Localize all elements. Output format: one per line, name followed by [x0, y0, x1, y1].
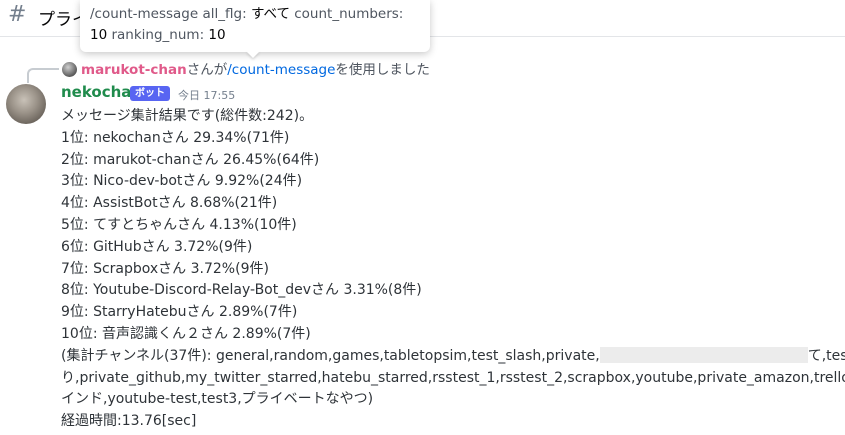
author-avatar[interactable] [6, 84, 46, 124]
channels-after-redact: て,test, [807, 347, 845, 364]
redacted-block [599, 346, 808, 363]
ranking-line: 10位: 音声認識くん２さん 2.89%(7件) [61, 325, 311, 342]
ranking-line: 4位: AssistBotさん 8.68%(21件) [61, 195, 278, 212]
channels-line: インド,youtube-test,test3,プライベートなやつ) [61, 391, 374, 408]
tooltip-option-key: ranking_num: [111, 27, 205, 43]
ranking-line: 7位: Scrapboxさん 3.72%(9件) [61, 260, 269, 277]
message-content: メッセージ集計結果です(総件数:242)。 1位: nekochanさん 29.… [61, 106, 845, 433]
ranking-line: 3位: Nico-dev-botさん 9.92%(24件) [61, 173, 303, 190]
tooltip-option-value: 10 [90, 27, 108, 43]
reply-text: さんが [186, 62, 228, 78]
channels-prefix: (集計チャンネル(37件): general,random,games,tabl… [61, 347, 600, 364]
ranking-line: 8位: Youtube-Discord-Relay-Bot_devさん 3.31… [61, 282, 422, 299]
message-timestamp[interactable]: 今日 17:55 [178, 87, 235, 103]
tooltip-option-key: count_numbers: [294, 6, 404, 22]
elapsed-time: 経過時間:13.76[sec] [61, 413, 197, 430]
command-reply-context[interactable]: marukot-chanさんが/count-messageを使用しました [62, 61, 430, 79]
channels-line: り,private_github,my_twitter_starred,hate… [61, 369, 845, 386]
ranking-line: 5位: てすとちゃんさん 4.13%(10件) [61, 216, 297, 233]
tooltip-option-value: 10 [208, 27, 226, 43]
reply-suffix: を使用しました [335, 62, 430, 78]
reply-user-avatar[interactable] [62, 62, 77, 77]
channels-line: (集計チャンネル(37件): general,random,games,tabl… [61, 346, 845, 368]
tooltip-command: /count-message [90, 6, 199, 22]
ranking-line: 1位: nekochanさん 29.34%(71件) [61, 129, 290, 146]
ranking-line: 2位: marukot-chanさん 26.45%(64件) [61, 151, 320, 168]
reply-command-link[interactable]: /count-message [227, 62, 335, 78]
tooltip-option-value: すべて [250, 6, 290, 22]
ranking-line: 6位: GitHubさん 3.72%(9件) [61, 238, 253, 255]
reply-spine [27, 68, 59, 83]
bot-tag: ボット [130, 86, 170, 101]
tooltip-arrow [246, 51, 260, 58]
ranking-line: 9位: StarryHatebuさん 2.89%(7件) [61, 304, 298, 321]
command-options-tooltip: /count-message all_flg: すべて count_number… [80, 0, 430, 52]
reply-username[interactable]: marukot-chan [81, 62, 187, 78]
channel-hash-icon: # [8, 2, 27, 27]
summary-line: メッセージ集計結果です(総件数:242)。 [61, 108, 314, 124]
tooltip-option-key: all_flg: [202, 6, 247, 22]
